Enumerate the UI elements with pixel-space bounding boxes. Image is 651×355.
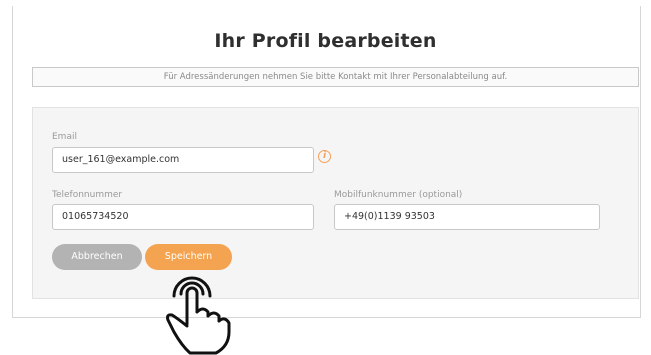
mobile-field[interactable]: +49(0)1139 93503	[334, 204, 600, 230]
cancel-button[interactable]: Abbrechen	[52, 244, 142, 270]
profile-form-panel	[32, 107, 639, 299]
address-change-notice: Für Adressänderungen nehmen Sie bitte Ko…	[32, 67, 639, 87]
email-field[interactable]: user_161@example.com	[52, 147, 314, 173]
page-title: Ihr Profil bearbeiten	[214, 30, 437, 52]
tap-hand-icon	[166, 276, 231, 355]
mobile-label: Mobilfunknummer (optional)	[334, 190, 463, 200]
phone-field[interactable]: 01065734520	[52, 204, 314, 230]
email-label: Email	[52, 132, 77, 142]
info-warning-icon[interactable]: i	[318, 150, 331, 163]
phone-label: Telefonnummer	[52, 190, 123, 200]
